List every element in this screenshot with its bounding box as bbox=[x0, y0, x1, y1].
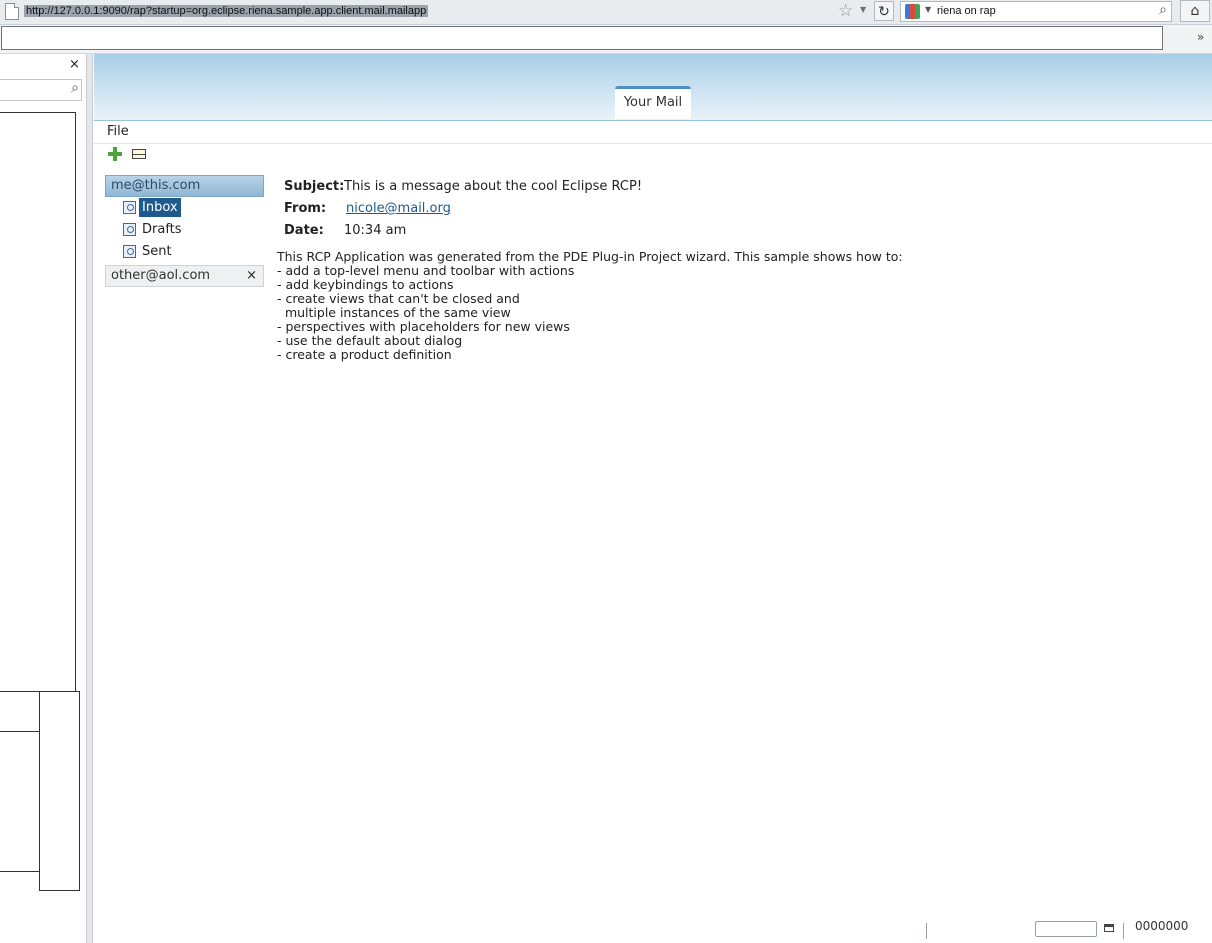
web-search-input[interactable]: riena on rap bbox=[937, 2, 996, 21]
nav-item-sent[interactable]: Sent bbox=[105, 241, 264, 263]
search-engine-icon[interactable] bbox=[905, 4, 920, 19]
search-icon[interactable]: ⌕ bbox=[1159, 2, 1167, 18]
bookmark-star-icon[interactable]: ☆ bbox=[838, 1, 853, 21]
subject-row: Subject: This is a message about the coo… bbox=[277, 177, 1197, 199]
left-panel: × ⌕ bbox=[0, 54, 86, 943]
web-search-box[interactable]: ▼ riena on rap ⌕ bbox=[900, 1, 1172, 22]
account-header-me[interactable]: me@this.com bbox=[105, 175, 264, 197]
date-value: 10:34 am bbox=[344, 223, 407, 238]
diagram-box bbox=[39, 691, 80, 891]
folder-icon bbox=[123, 245, 136, 258]
diagram-line bbox=[0, 731, 40, 732]
diagram-canvas bbox=[0, 112, 76, 692]
status-separator bbox=[926, 923, 927, 939]
nav-item-drafts[interactable]: Drafts bbox=[105, 219, 264, 241]
url-text: http://127.0.0.1:9090/rap?startup=org.ec… bbox=[24, 5, 429, 17]
tab-your-mail[interactable]: Your Mail bbox=[615, 86, 691, 119]
browser-url-bar: http://127.0.0.1:9090/rap?startup=org.ec… bbox=[0, 0, 1212, 25]
history-dropdown-icon[interactable]: ▼ bbox=[860, 5, 866, 14]
subject-label: Subject: bbox=[284, 179, 345, 194]
bookmarks-toolbar: » bbox=[0, 25, 1212, 54]
panel-search-input[interactable]: ⌕ bbox=[0, 79, 82, 101]
message-view: Subject: This is a message about the coo… bbox=[277, 177, 1197, 362]
add-icon[interactable] bbox=[108, 147, 122, 161]
chevron-right-icon[interactable]: » bbox=[1197, 30, 1204, 44]
close-icon[interactable]: × bbox=[246, 266, 257, 286]
account-label: other@aol.com bbox=[111, 268, 211, 283]
reload-icon[interactable]: ↻ bbox=[874, 1, 894, 21]
nav-item-label: Drafts bbox=[142, 222, 182, 237]
folder-icon bbox=[123, 201, 136, 214]
url-field[interactable]: http://127.0.0.1:9090/rap?startup=org.ec… bbox=[24, 2, 894, 20]
status-separator bbox=[1123, 923, 1124, 939]
date-label: Date: bbox=[284, 223, 324, 238]
mail-app: Your Mail File me@this.com Inbox Drafts … bbox=[94, 54, 1212, 943]
status-text: 0000000 bbox=[1135, 919, 1189, 933]
close-icon[interactable]: × bbox=[69, 57, 80, 72]
toolbar-input[interactable] bbox=[1, 26, 1163, 50]
panel-splitter[interactable] bbox=[86, 54, 93, 943]
nav-item-label: Sent bbox=[142, 244, 172, 259]
app-banner: Your Mail bbox=[94, 54, 1212, 121]
navigation-tree: me@this.com Inbox Drafts Sent other@aol.… bbox=[105, 175, 264, 287]
window-icon[interactable] bbox=[1104, 924, 1114, 932]
page-icon bbox=[5, 3, 19, 20]
subject-value: This is a message about the cool Eclipse… bbox=[344, 179, 643, 194]
mail-icon[interactable] bbox=[132, 149, 146, 159]
from-label: From: bbox=[284, 201, 327, 216]
home-icon[interactable]: ⌂ bbox=[1180, 0, 1210, 22]
from-link[interactable]: nicole@mail.org bbox=[346, 199, 451, 219]
date-row: Date: 10:34 am bbox=[277, 221, 1197, 243]
search-engine-dropdown-icon[interactable]: ▼ bbox=[925, 5, 931, 14]
from-row: From: nicole@mail.org bbox=[277, 199, 1197, 221]
search-icon[interactable]: ⌕ bbox=[71, 80, 79, 96]
nav-item-inbox[interactable]: Inbox bbox=[105, 197, 264, 219]
menu-file[interactable]: File bbox=[107, 123, 129, 141]
diagram-line bbox=[0, 871, 40, 872]
status-input[interactable] bbox=[1035, 921, 1097, 937]
folder-icon bbox=[123, 223, 136, 236]
menu-bar: File bbox=[94, 121, 1212, 144]
nav-item-label: Inbox bbox=[139, 198, 181, 217]
toolbar bbox=[94, 144, 1212, 168]
message-body: This RCP Application was generated from … bbox=[277, 249, 903, 362]
account-header-other[interactable]: other@aol.com × bbox=[105, 265, 264, 287]
